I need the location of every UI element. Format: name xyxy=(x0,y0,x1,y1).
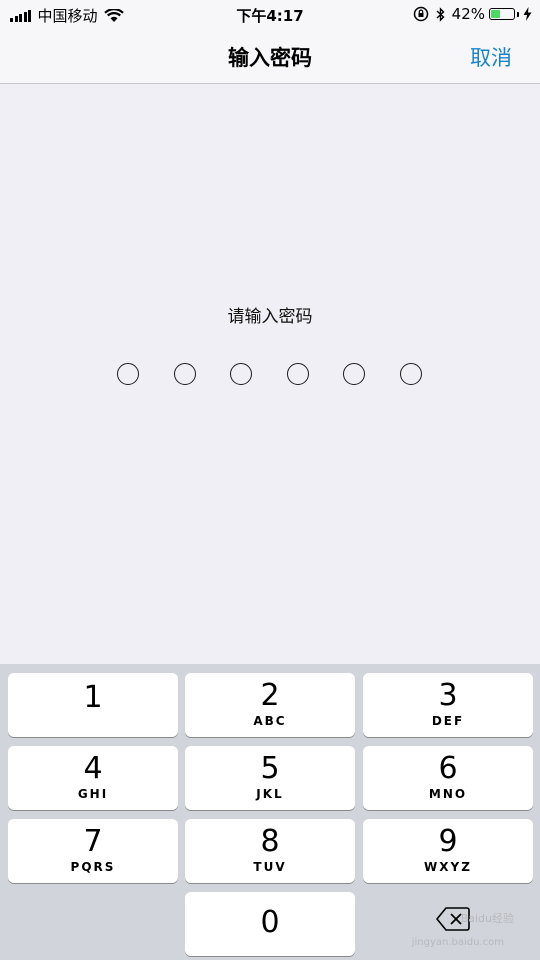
key-letters: ABC xyxy=(253,714,287,728)
passcode-prompt: 请输入密码 xyxy=(227,307,313,327)
key-letters: GHI xyxy=(77,787,109,801)
watermark-brand: Baidu经验 xyxy=(460,912,514,925)
key-2[interactable]: 2 ABC xyxy=(185,673,355,737)
key-letters: DEF xyxy=(431,714,465,728)
key-digit: 5 xyxy=(260,751,280,786)
key-digit: 4 xyxy=(83,751,103,786)
key-digit: 7 xyxy=(83,824,103,859)
passcode-dot xyxy=(286,363,309,385)
key-digit: 2 xyxy=(260,678,280,713)
key-digit: 1 xyxy=(83,680,103,715)
key-4[interactable]: 4 GHI xyxy=(8,746,178,810)
key-letters: WXYZ xyxy=(424,860,472,874)
bluetooth-icon xyxy=(436,6,445,22)
key-8[interactable]: 8 TUV xyxy=(185,819,355,883)
passcode-dot xyxy=(230,363,252,385)
key-9[interactable]: 9 WXYZ xyxy=(363,819,533,883)
watermark-url: jingyan.baidu.com xyxy=(411,937,504,948)
key-digit: 6 xyxy=(438,751,458,786)
battery-tip xyxy=(517,11,519,17)
rotation-lock-icon xyxy=(413,6,428,22)
key-letters: MNO xyxy=(428,787,468,801)
cancel-button[interactable]: 取消 xyxy=(470,42,512,72)
passcode-dot xyxy=(399,363,422,385)
key-3[interactable]: 3 DEF xyxy=(363,673,533,737)
key-digit: 8 xyxy=(260,824,280,859)
key-0[interactable]: 0 xyxy=(185,892,355,956)
key-letters: JKL xyxy=(256,787,284,801)
nav-bar: 输入密码 取消 xyxy=(0,28,540,84)
battery-icon xyxy=(489,8,515,20)
battery-percent: 42% xyxy=(451,5,485,23)
charging-bolt-icon xyxy=(523,7,532,21)
status-bar: 中国移动 下午4:17 42% xyxy=(0,0,540,28)
passcode-dots xyxy=(0,362,540,388)
key-6[interactable]: 6 MNO xyxy=(363,746,533,810)
battery-fill xyxy=(491,10,500,18)
key-1[interactable]: 1 xyxy=(8,673,178,737)
status-right: 42% xyxy=(413,5,532,23)
key-digit: 9 xyxy=(438,824,458,859)
passcode-dot xyxy=(343,363,365,385)
key-7[interactable]: 7 PQRS xyxy=(8,819,178,883)
key-digit: 3 xyxy=(438,678,458,713)
page-title: 输入密码 xyxy=(228,46,312,70)
passcode-dot xyxy=(173,363,196,385)
key-digit: 0 xyxy=(260,905,280,940)
passcode-dot xyxy=(117,363,139,385)
key-letters: TUV xyxy=(253,860,287,874)
key-5[interactable]: 5 JKL xyxy=(185,746,355,810)
key-letters: PQRS xyxy=(70,860,116,874)
